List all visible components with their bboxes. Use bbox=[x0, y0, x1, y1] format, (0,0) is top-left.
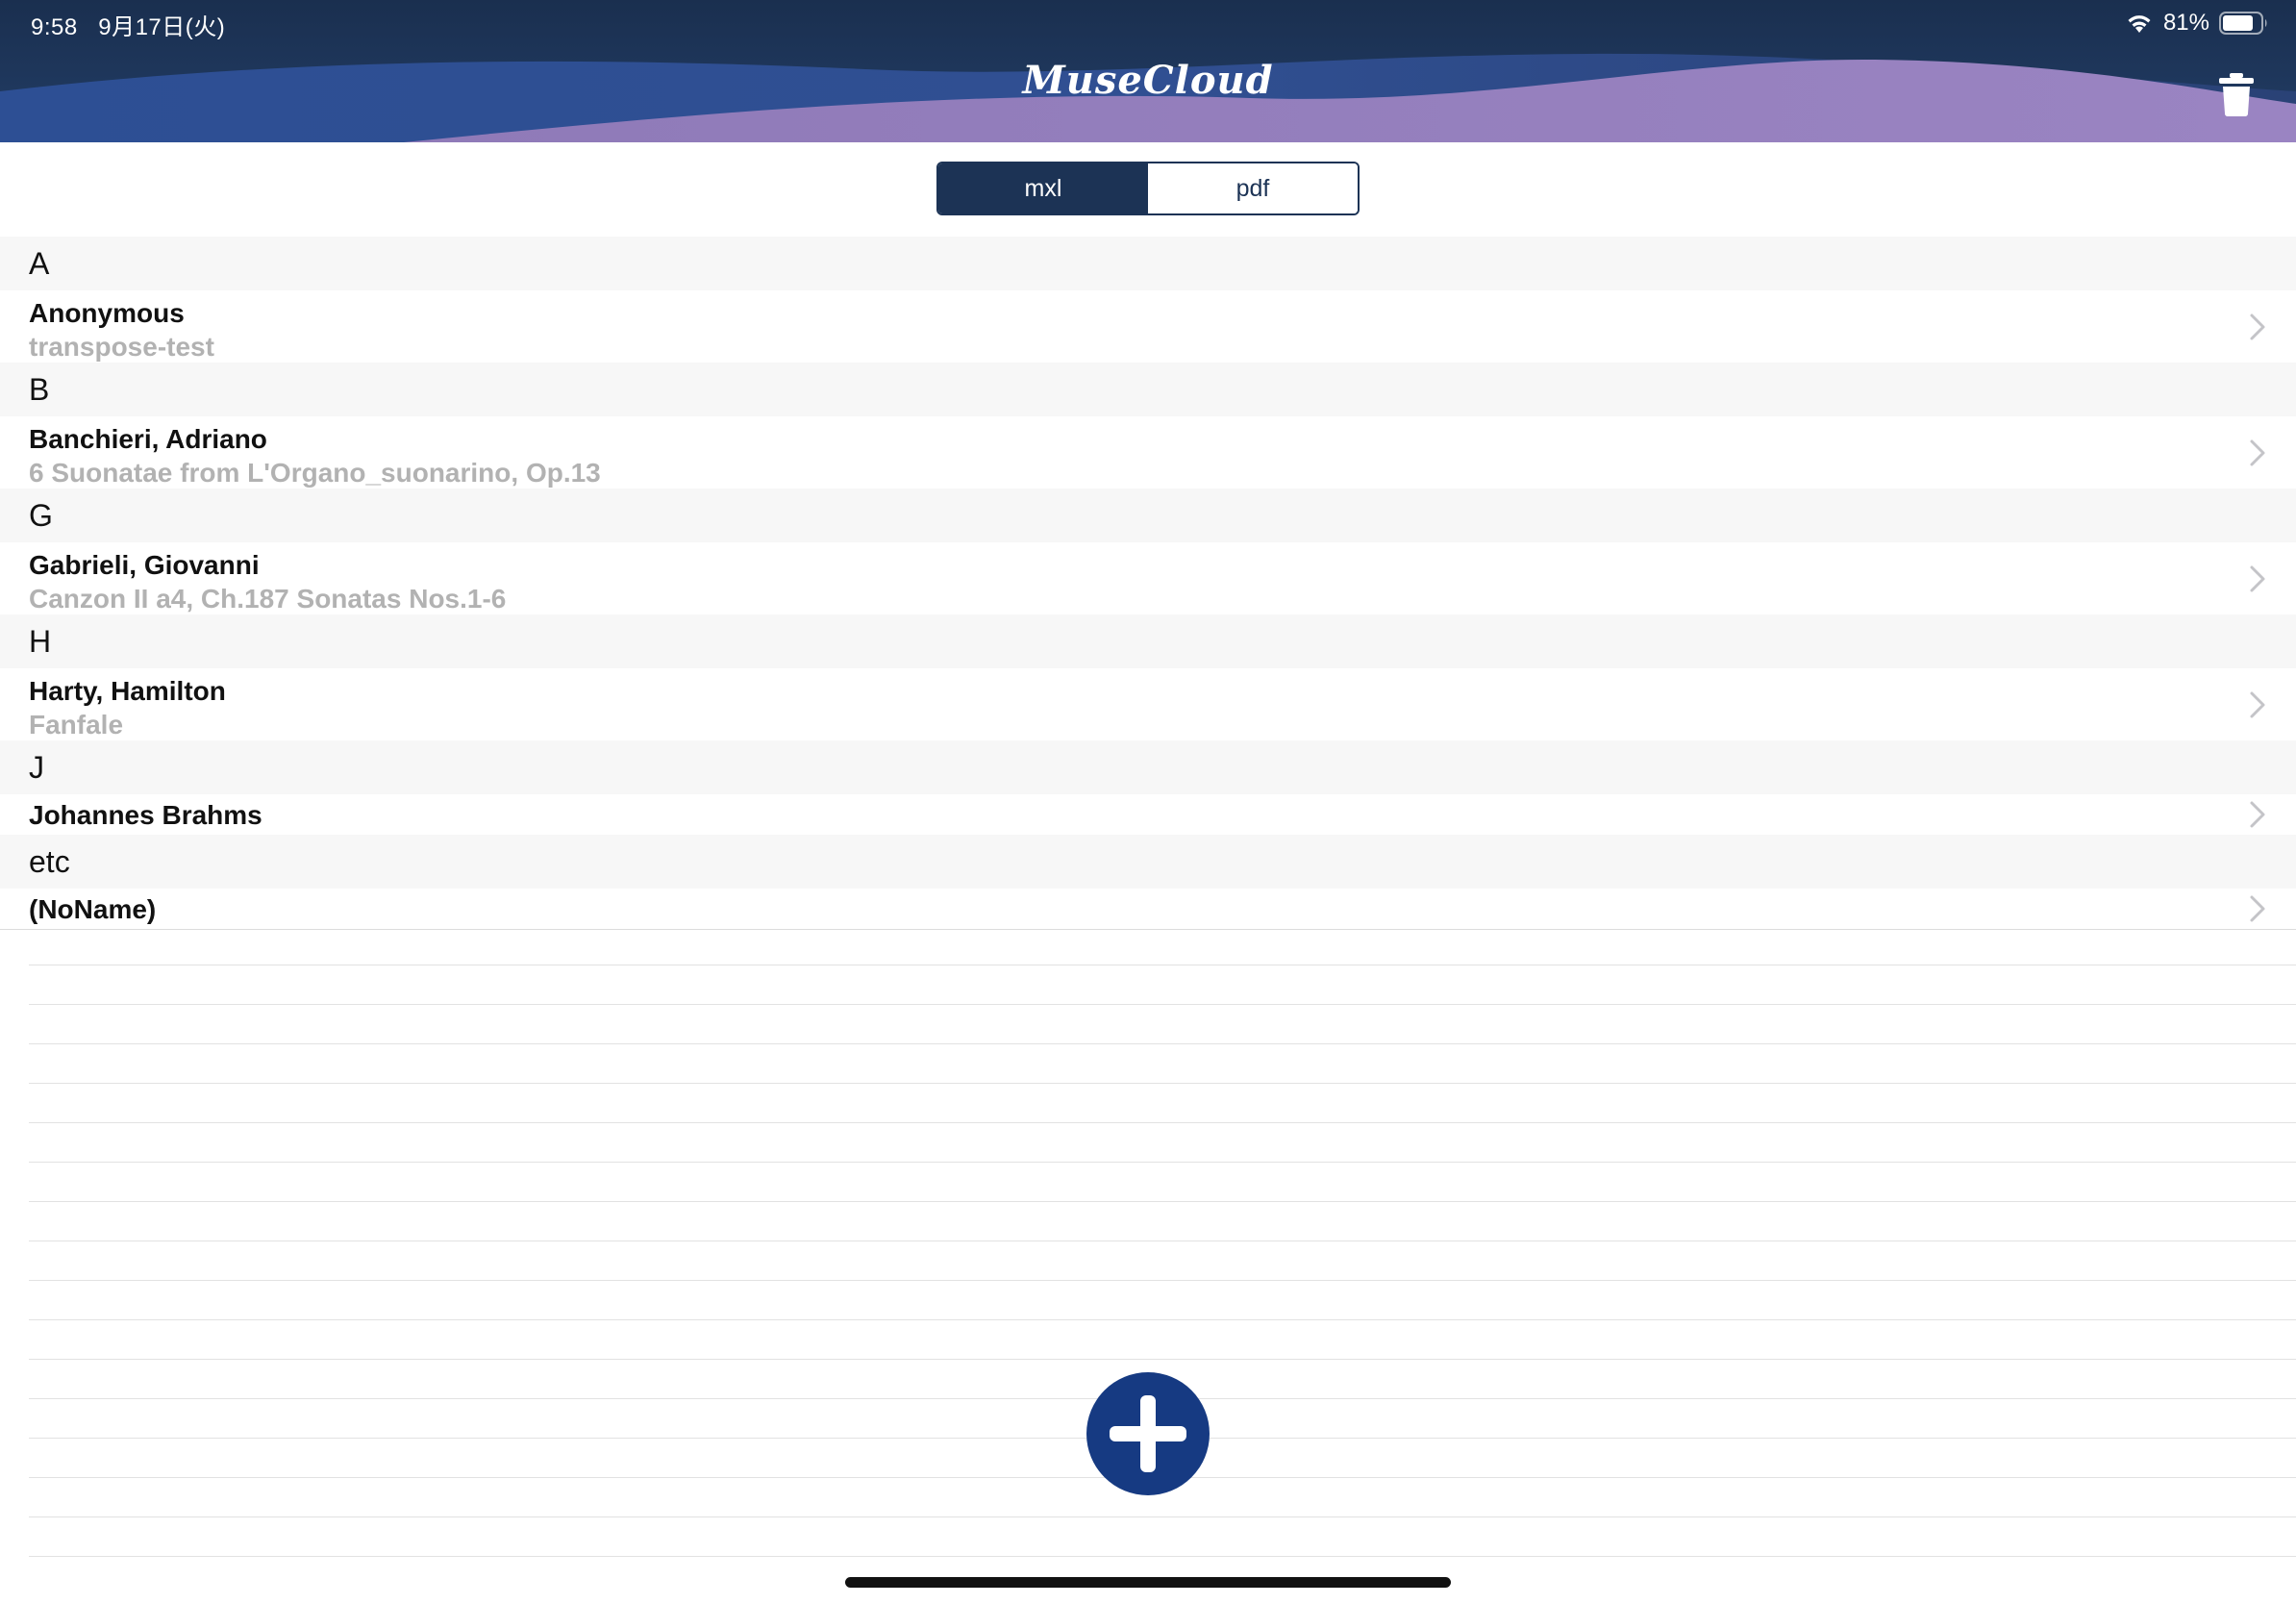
trash-icon bbox=[2219, 73, 2254, 116]
chevron-right-icon bbox=[2250, 895, 2265, 922]
status-indicators: 81% bbox=[2125, 8, 2269, 38]
format-segmented-control: mxl pdf bbox=[936, 162, 1360, 215]
empty-row-separator bbox=[29, 1084, 2296, 1123]
chevron-right-icon bbox=[2250, 691, 2265, 718]
composer-row-banchieri[interactable]: Banchieri, Adriano 6 Suonatae from L'Org… bbox=[0, 416, 2296, 489]
delete-button[interactable] bbox=[2215, 71, 2258, 117]
section-header-b: B bbox=[0, 363, 2296, 416]
composer-name: Anonymous bbox=[29, 298, 185, 328]
composer-row-gabrieli[interactable]: Gabrieli, Giovanni Canzon II a4, Ch.187 … bbox=[0, 542, 2296, 614]
header-banner: 9:58 9月17日(火) 81% MuseCloud bbox=[0, 0, 2296, 142]
battery-icon bbox=[2219, 12, 2267, 35]
status-date: 9月17日(火) bbox=[98, 14, 226, 40]
composer-list: A Anonymous transpose-test B Banchieri, … bbox=[0, 237, 2296, 930]
home-indicator[interactable] bbox=[845, 1577, 1451, 1588]
chevron-right-icon bbox=[2250, 439, 2265, 466]
composer-row-brahms[interactable]: Johannes Brahms bbox=[0, 794, 2296, 835]
chevron-right-icon bbox=[2250, 565, 2265, 592]
segment-pdf[interactable]: pdf bbox=[1148, 163, 1358, 213]
score-title: Canzon II a4, Ch.187 Sonatas Nos.1-6 bbox=[29, 584, 507, 614]
plus-icon bbox=[1086, 1372, 1210, 1495]
section-header-etc: etc bbox=[0, 835, 2296, 889]
wifi-icon bbox=[2128, 15, 2151, 33]
composer-name: Johannes Brahms bbox=[29, 800, 262, 830]
composer-name: (NoName) bbox=[29, 894, 157, 924]
chevron-right-icon bbox=[2250, 313, 2265, 340]
app-logo: MuseCloud bbox=[1022, 58, 1274, 103]
segment-mxl[interactable]: mxl bbox=[938, 163, 1148, 213]
composer-row-noname[interactable]: (NoName) bbox=[0, 889, 2296, 930]
status-time: 9:58 9月17日(火) bbox=[31, 8, 225, 41]
section-header-a: A bbox=[0, 237, 2296, 290]
chevron-right-icon bbox=[2250, 801, 2265, 828]
empty-row-separator bbox=[29, 1517, 2296, 1557]
empty-row-separator bbox=[29, 1241, 2296, 1281]
section-header-h: H bbox=[0, 614, 2296, 668]
composer-row-harty[interactable]: Harty, Hamilton Fanfale bbox=[0, 668, 2296, 740]
empty-row-separator bbox=[29, 1163, 2296, 1202]
score-title: transpose-test bbox=[29, 332, 214, 362]
empty-row-separator bbox=[29, 926, 2296, 965]
app-screen: 9:58 9月17日(火) 81% MuseCloud mxl pdf A An… bbox=[0, 0, 2296, 1604]
add-score-button[interactable] bbox=[1086, 1372, 1210, 1495]
empty-row-separator bbox=[29, 1123, 2296, 1163]
empty-row-separator bbox=[29, 1202, 2296, 1241]
composer-name: Gabrieli, Giovanni bbox=[29, 550, 260, 580]
empty-row-separator bbox=[29, 965, 2296, 1005]
composer-name: Banchieri, Adriano bbox=[29, 424, 267, 454]
section-header-j: J bbox=[0, 740, 2296, 794]
score-title: Fanfale bbox=[29, 710, 124, 739]
battery-percent: 81% bbox=[2162, 10, 2209, 36]
composer-name: Harty, Hamilton bbox=[29, 676, 226, 706]
plus-icon-vertical bbox=[1140, 1395, 1156, 1472]
empty-row-separator bbox=[29, 1320, 2296, 1360]
empty-row-separator bbox=[29, 1005, 2296, 1044]
score-title: 6 Suonatae from L'Organo_suonarino, Op.1… bbox=[29, 458, 601, 488]
empty-row-separator bbox=[29, 1281, 2296, 1320]
empty-row-separator bbox=[29, 1044, 2296, 1084]
composer-row-anonymous[interactable]: Anonymous transpose-test bbox=[0, 290, 2296, 363]
section-header-g: G bbox=[0, 489, 2296, 542]
status-clock: 9:58 bbox=[31, 14, 78, 40]
